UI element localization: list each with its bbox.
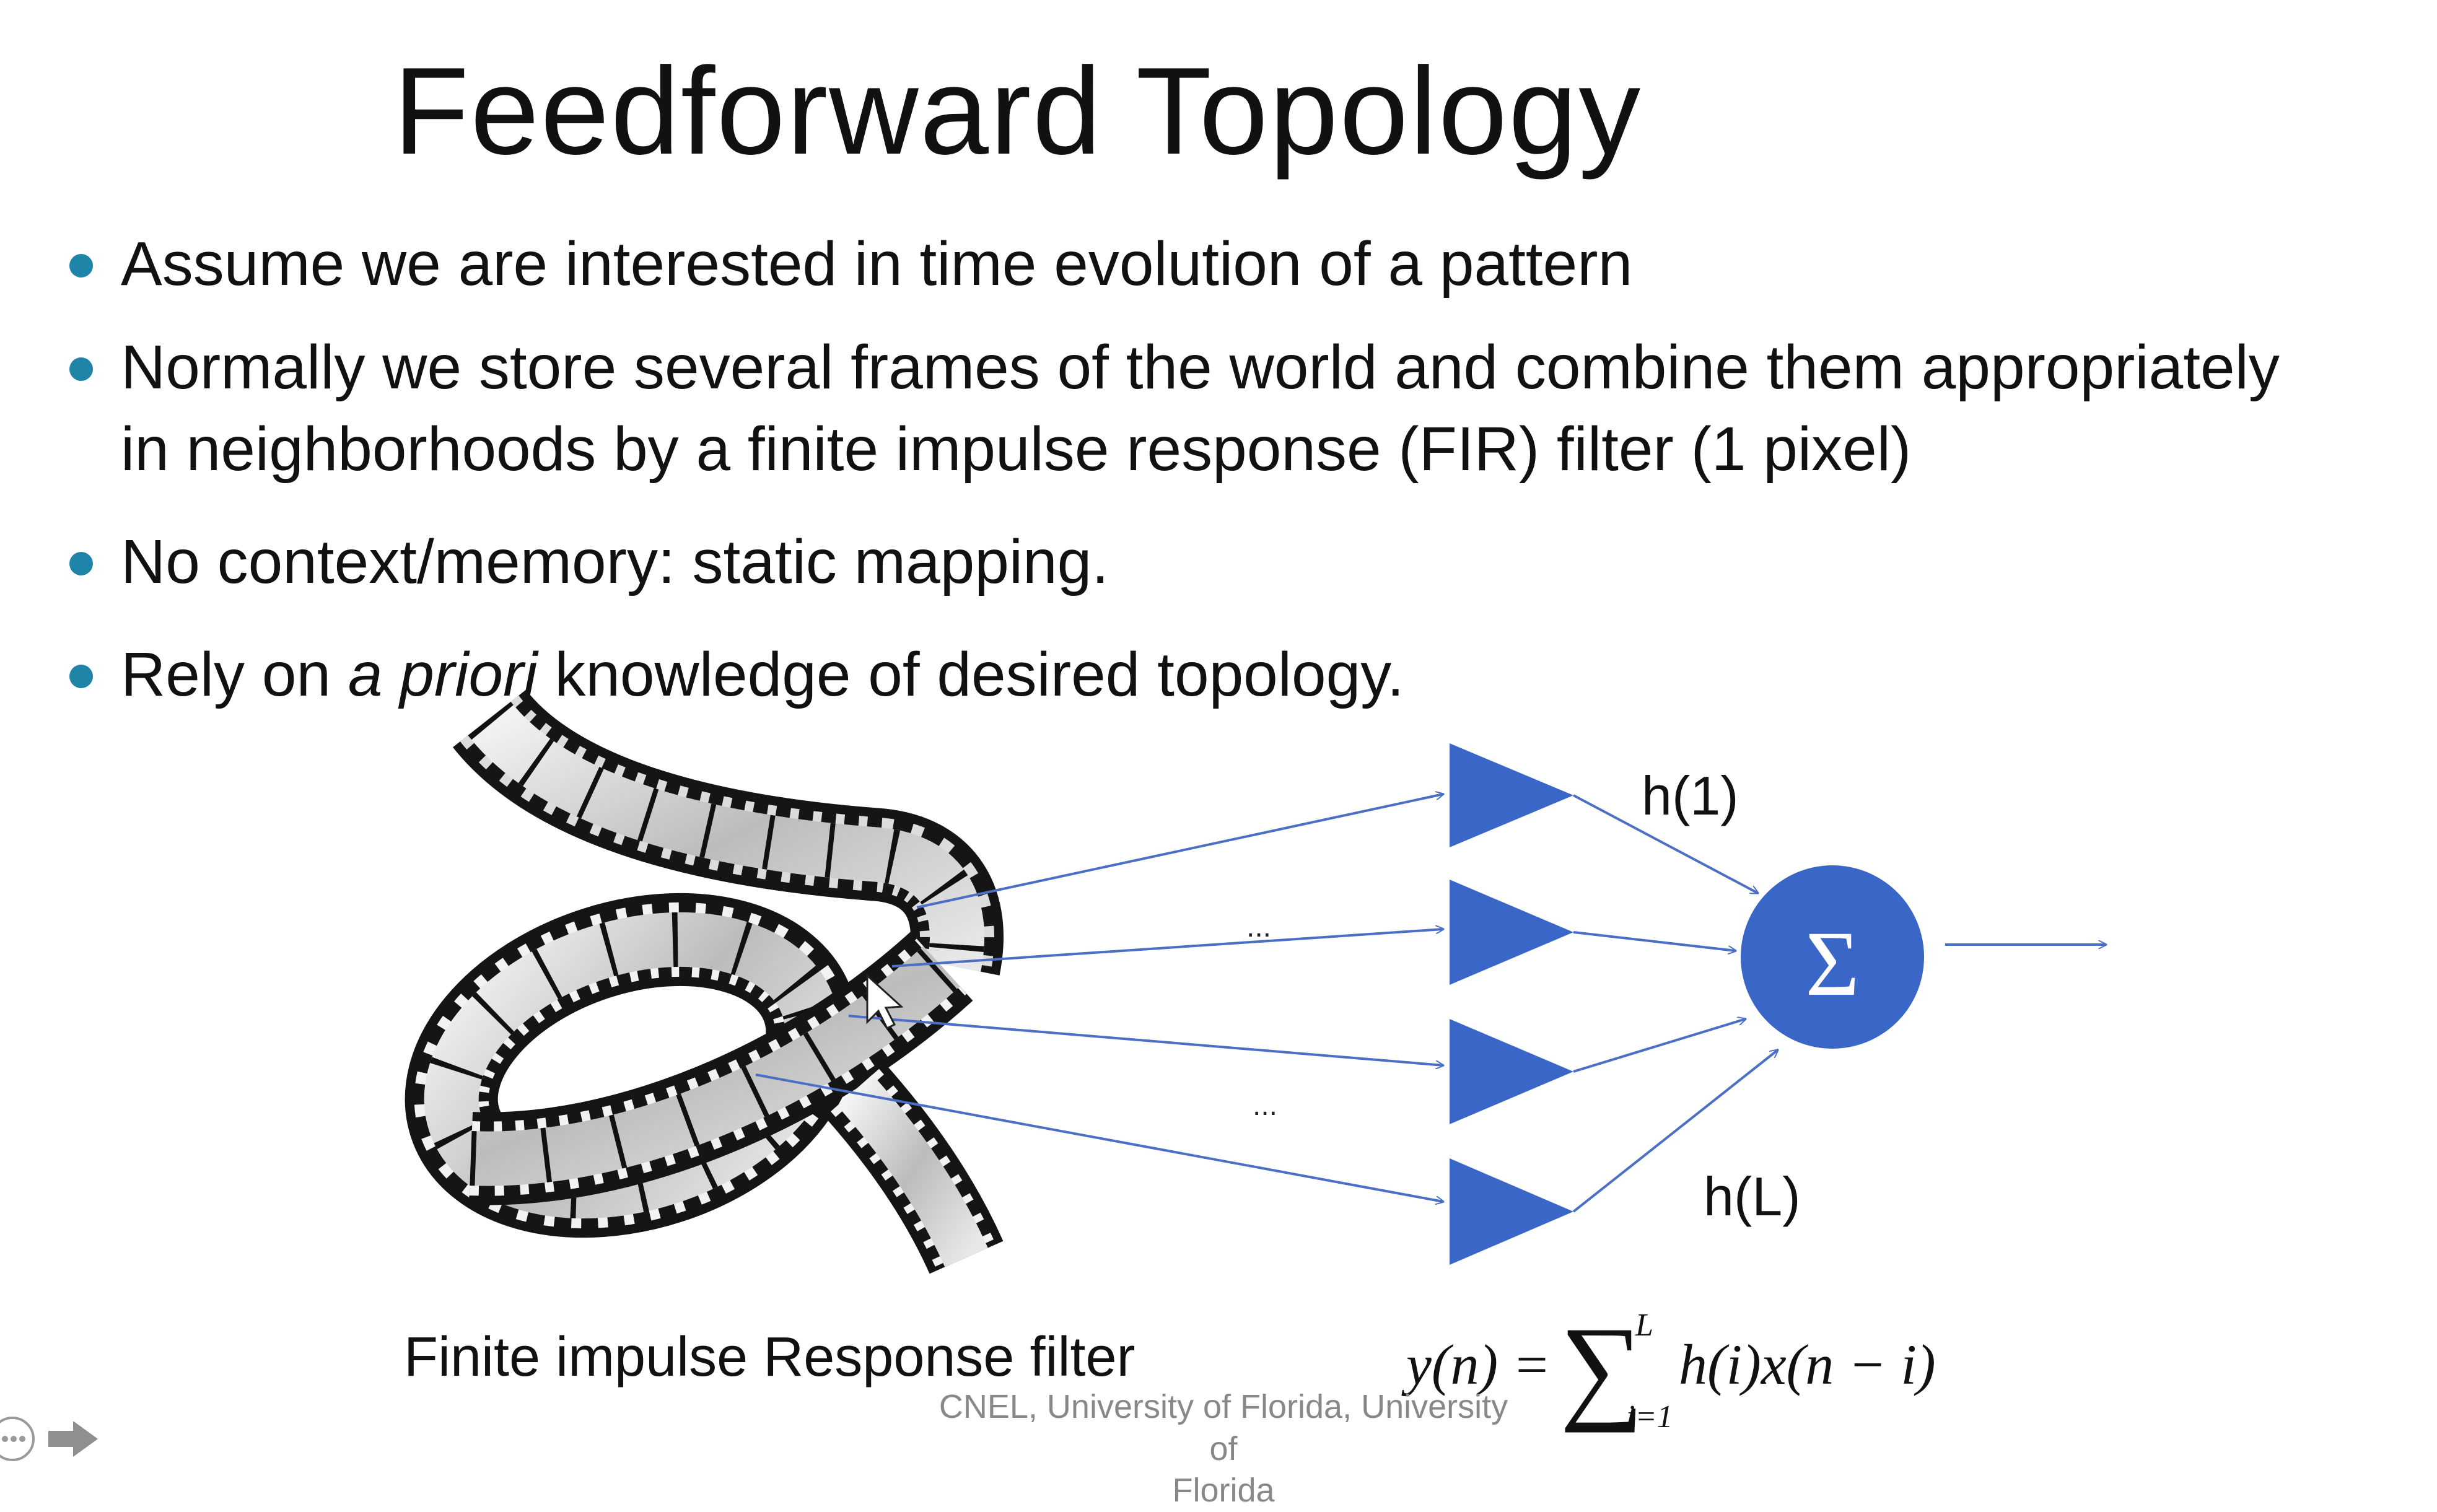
ellipsis-upper: ...	[1246, 911, 1271, 943]
footer-line: Florida	[1172, 1472, 1275, 1509]
formula-upper-limit: L	[1635, 1308, 1653, 1343]
formula-rhs: h(i)x(n − i)	[1679, 1333, 1936, 1396]
tap-label-first: h(1)	[1642, 765, 1739, 826]
tap-line	[1573, 931, 1736, 951]
diagram-caption: Finite impulse Response filter	[404, 1326, 1135, 1388]
ellipsis-lower: ...	[1253, 1089, 1277, 1122]
next-arrow-icon[interactable]	[48, 1421, 98, 1457]
more-options-icon[interactable]	[0, 1417, 35, 1461]
gain-triangle	[1450, 880, 1573, 985]
tap-label-last: h(L)	[1704, 1166, 1801, 1227]
slide-navigation	[0, 1417, 98, 1461]
formula-lower-limit: i=1	[1626, 1399, 1673, 1435]
film-strip-icon	[405, 689, 1004, 1274]
footer-line: CNEL, University of Florida, University …	[938, 1388, 1508, 1467]
gain-triangle	[1450, 1019, 1573, 1124]
fir-diagram: Σ h(1) h(L) ... ...	[405, 689, 2437, 1274]
input-line	[848, 1015, 1443, 1065]
tap-line	[1573, 1019, 1746, 1073]
sum-symbol: Σ	[1805, 912, 1859, 1015]
gain-triangle	[1450, 1158, 1573, 1265]
input-line	[916, 794, 1443, 909]
slide-footer: CNEL, University of Florida, University …	[929, 1386, 1518, 1512]
gain-triangle	[1450, 743, 1573, 847]
